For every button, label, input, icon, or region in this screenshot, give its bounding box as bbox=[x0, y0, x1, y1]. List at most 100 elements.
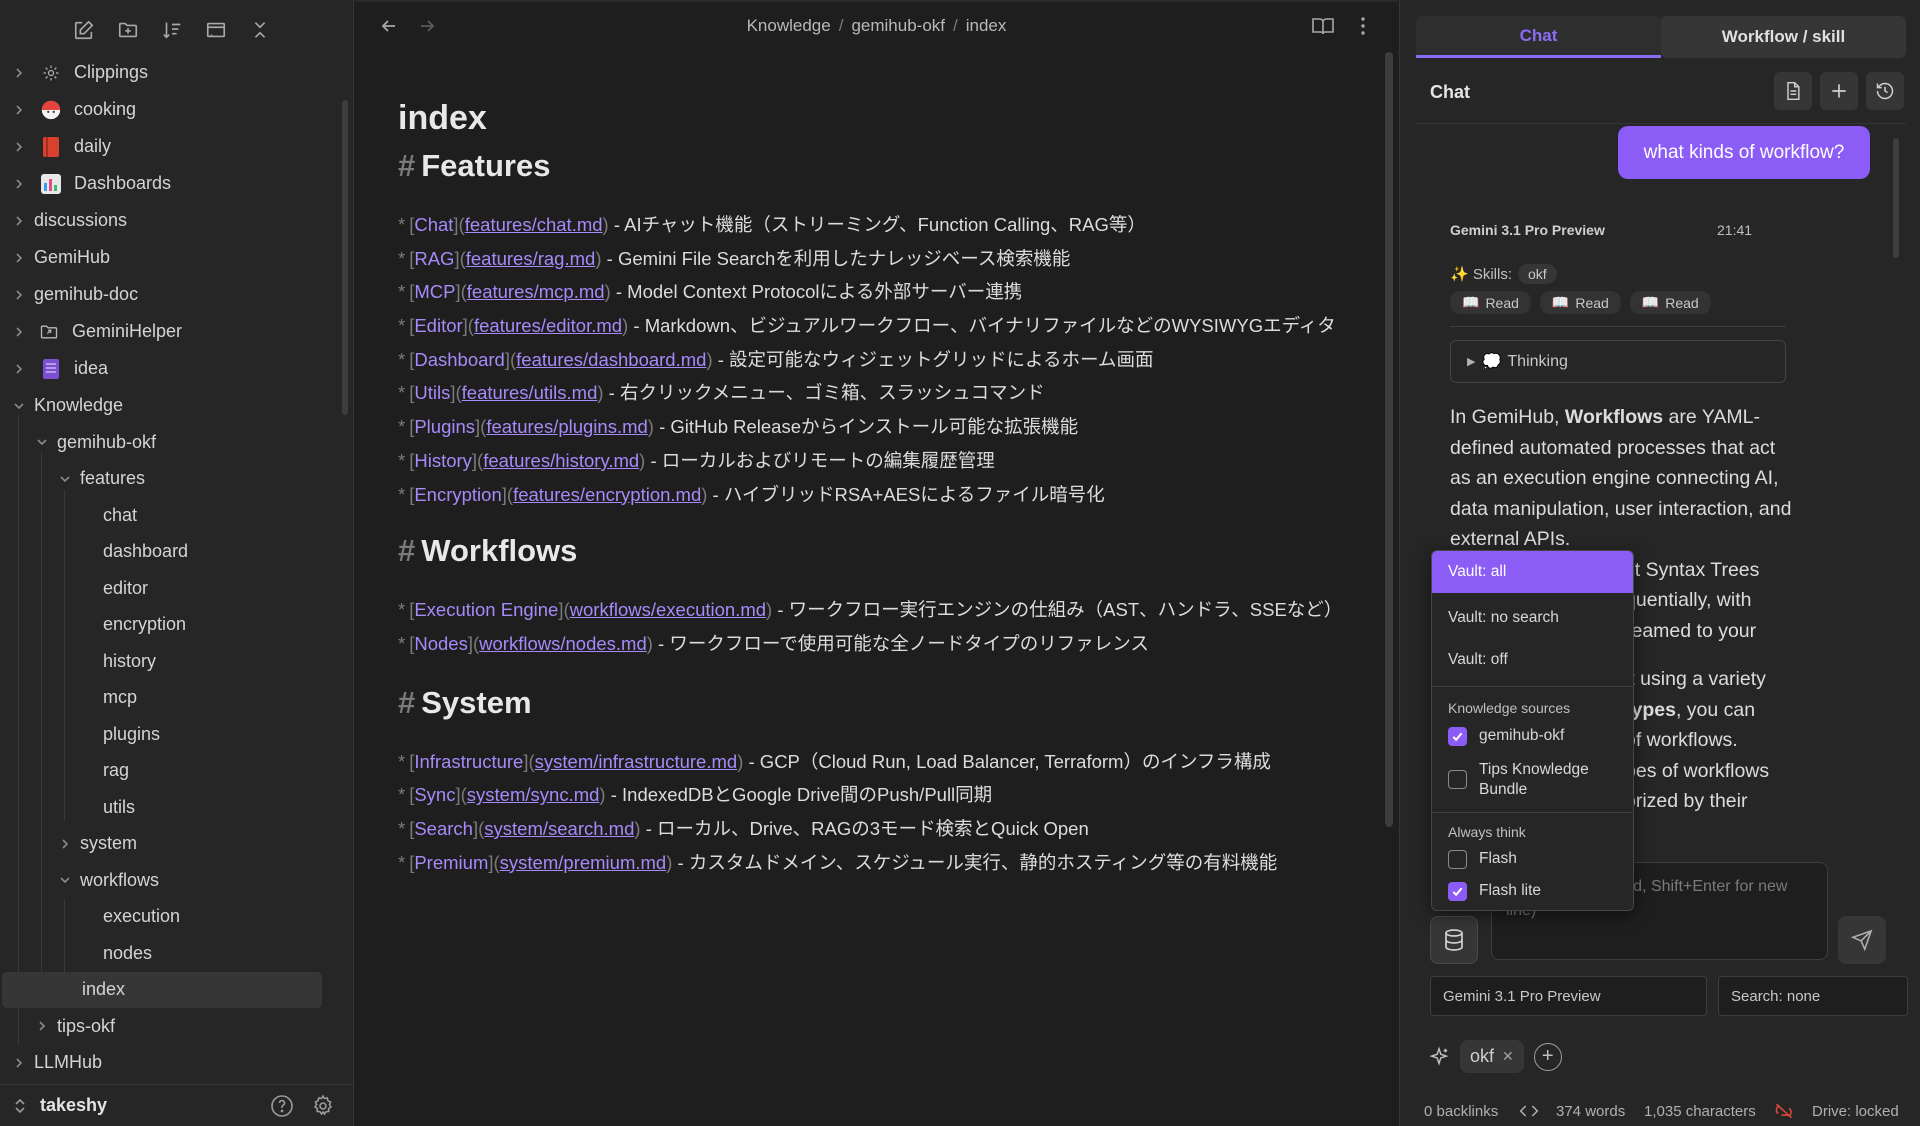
tree-file-execution[interactable]: execution bbox=[0, 899, 340, 936]
code-icon[interactable] bbox=[1518, 1101, 1540, 1121]
vault-option-no-search[interactable]: Vault: no search bbox=[1432, 597, 1633, 639]
link-url[interactable]: features/utils.md bbox=[462, 382, 598, 403]
checkbox-checked-icon[interactable] bbox=[1448, 882, 1467, 901]
sync-off-icon[interactable] bbox=[1773, 1101, 1795, 1121]
reading-view-icon[interactable] bbox=[1311, 14, 1335, 38]
vault-option-all[interactable]: Vault: all bbox=[1432, 551, 1633, 593]
triangle-right-icon: ▶ bbox=[1467, 356, 1476, 368]
list-bullet: * bbox=[398, 817, 406, 839]
vault-switcher-icon[interactable] bbox=[12, 1097, 28, 1115]
link-url[interactable]: system/search.md bbox=[484, 818, 634, 839]
markdown-document[interactable]: index # Features * [Chat](features/chat.md… bbox=[398, 98, 1358, 879]
new-note-icon[interactable] bbox=[70, 16, 98, 44]
tab-chat[interactable]: Chat bbox=[1416, 16, 1661, 58]
link-url[interactable]: features/editor.md bbox=[474, 315, 622, 336]
search-select[interactable]: Search: none bbox=[1718, 976, 1908, 1016]
tree-folder-geminihelper[interactable]: GeminiHelper bbox=[0, 313, 340, 350]
new-chat-button[interactable] bbox=[1820, 72, 1858, 110]
tree-file-editor[interactable]: editor bbox=[0, 570, 340, 607]
tree-folder-idea[interactable]: idea bbox=[0, 350, 340, 387]
send-button[interactable] bbox=[1838, 916, 1886, 964]
read-tool-chip[interactable]: 📖 Read bbox=[1629, 291, 1711, 314]
tree-file-utils[interactable]: utils bbox=[0, 789, 340, 826]
more-options-icon[interactable] bbox=[1351, 14, 1375, 38]
link-url[interactable]: features/encryption.md bbox=[513, 484, 701, 505]
remove-skill-icon[interactable]: ✕ bbox=[1502, 1048, 1514, 1065]
vault-mode-button[interactable] bbox=[1430, 916, 1478, 964]
knowledge-source-tips-bundle[interactable]: Tips Knowledge Bundle bbox=[1448, 760, 1598, 800]
tree-folder-system[interactable]: system bbox=[0, 826, 340, 863]
link-url[interactable]: workflows/nodes.md bbox=[479, 633, 647, 654]
breadcrumb-index[interactable]: index bbox=[966, 16, 1007, 35]
tree-file-mcp[interactable]: mcp bbox=[0, 680, 340, 717]
active-skill-chip[interactable]: okf ✕ bbox=[1460, 1040, 1524, 1073]
thinking-toggle[interactable]: ▶ 💭 Thinking bbox=[1450, 340, 1786, 383]
knowledge-source-gemihub-okf[interactable]: gemihub-okf bbox=[1448, 727, 1564, 746]
vault-name[interactable]: takeshy bbox=[40, 1095, 107, 1116]
sidebar-scrollbar[interactable] bbox=[342, 100, 348, 415]
tree-folder-daily[interactable]: daily bbox=[0, 128, 340, 165]
md-bracket: ]( bbox=[504, 348, 517, 370]
tree-file-plugins[interactable]: plugins bbox=[0, 716, 340, 753]
link-url[interactable]: features/plugins.md bbox=[486, 416, 647, 437]
sort-icon[interactable] bbox=[158, 16, 186, 44]
link-url[interactable]: system/sync.md bbox=[467, 784, 600, 805]
breadcrumb-knowledge[interactable]: Knowledge bbox=[747, 16, 831, 35]
vault-option-off[interactable]: Vault: off bbox=[1432, 639, 1633, 681]
link-url[interactable]: system/infrastructure.md bbox=[535, 751, 738, 772]
collapse-all-icon[interactable] bbox=[246, 16, 274, 44]
settings-icon[interactable] bbox=[311, 1093, 335, 1118]
md-bracket: ]( bbox=[523, 750, 535, 772]
collapse-panel-icon[interactable] bbox=[202, 16, 230, 44]
character-count: 1,035 characters bbox=[1644, 1102, 1756, 1120]
tree-folder-features[interactable]: features bbox=[0, 461, 340, 498]
always-think-flash[interactable]: Flash bbox=[1448, 850, 1517, 869]
link-url[interactable]: features/rag.md bbox=[466, 248, 596, 269]
tree-folder-gemihub-okf[interactable]: gemihub-okf bbox=[0, 424, 340, 461]
tree-file-nodes[interactable]: nodes bbox=[0, 935, 340, 972]
help-icon[interactable] bbox=[270, 1094, 294, 1118]
checkbox-checked-icon[interactable] bbox=[1448, 727, 1467, 746]
new-folder-icon[interactable] bbox=[114, 16, 142, 44]
backlinks-count[interactable]: 0 backlinks bbox=[1424, 1103, 1498, 1120]
link-url[interactable]: features/chat.md bbox=[465, 214, 603, 235]
tree-file-chat[interactable]: chat bbox=[0, 497, 340, 534]
checkbox-unchecked-icon[interactable] bbox=[1448, 770, 1467, 789]
model-select[interactable]: Gemini 3.1 Pro Preview bbox=[1430, 976, 1707, 1016]
add-skill-button[interactable]: + bbox=[1533, 1042, 1562, 1071]
read-tool-chip[interactable]: 📖 Read bbox=[1450, 291, 1531, 314]
tab-workflow-skill[interactable]: Workflow / skill bbox=[1661, 16, 1906, 58]
chat-scrollbar[interactable] bbox=[1893, 138, 1899, 258]
drive-status[interactable]: Drive: locked bbox=[1812, 1103, 1899, 1120]
thought-bubble-icon: 💭 bbox=[1481, 353, 1502, 371]
breadcrumb-gemihub-okf[interactable]: gemihub-okf bbox=[851, 16, 945, 35]
read-tool-chip[interactable]: 📖 Read bbox=[1539, 291, 1621, 314]
tree-folder-cooking[interactable]: cooking bbox=[0, 91, 340, 128]
tree-file-encryption[interactable]: encryption bbox=[0, 607, 340, 644]
link-description: - AIチャット機能（ストリーミング、Function Calling、RAG等… bbox=[608, 214, 1146, 235]
tree-folder-dashboards[interactable]: Dashboards bbox=[0, 165, 340, 202]
tree-folder-workflows[interactable]: workflows bbox=[0, 862, 340, 899]
link-url[interactable]: system/premium.md bbox=[500, 852, 667, 873]
tree-folder-tips-okf[interactable]: tips-okf bbox=[0, 1008, 340, 1045]
chat-history-button[interactable] bbox=[1866, 72, 1904, 110]
link-url[interactable]: workflows/execution.md bbox=[570, 599, 766, 620]
tree-file-dashboard[interactable]: dashboard bbox=[0, 534, 340, 571]
tree-file-history[interactable]: history bbox=[0, 643, 340, 680]
editor-scrollbar[interactable] bbox=[1385, 52, 1393, 827]
link-url[interactable]: features/dashboard.md bbox=[516, 349, 706, 370]
sparkle-icon[interactable] bbox=[1428, 1045, 1450, 1068]
link-url[interactable]: features/history.md bbox=[483, 450, 639, 471]
always-think-flash-lite[interactable]: Flash lite bbox=[1448, 882, 1541, 901]
tree-folder-gemihub[interactable]: GemiHub bbox=[0, 239, 340, 276]
checkbox-unchecked-icon[interactable] bbox=[1448, 850, 1467, 869]
tree-folder-knowledge[interactable]: Knowledge bbox=[0, 387, 340, 424]
tree-folder-discussions[interactable]: discussions bbox=[0, 202, 340, 239]
new-note-from-chat-button[interactable] bbox=[1774, 72, 1812, 110]
tree-folder-clippings[interactable]: Clippings bbox=[0, 54, 340, 91]
link-url[interactable]: features/mcp.md bbox=[467, 281, 605, 302]
tree-folder-llmhub[interactable]: LLMHub bbox=[0, 1045, 340, 1082]
tree-folder-gemihub-doc[interactable]: gemihub-doc bbox=[0, 276, 340, 313]
tree-file-index[interactable]: index bbox=[2, 971, 322, 1008]
tree-file-rag[interactable]: rag bbox=[0, 753, 340, 790]
